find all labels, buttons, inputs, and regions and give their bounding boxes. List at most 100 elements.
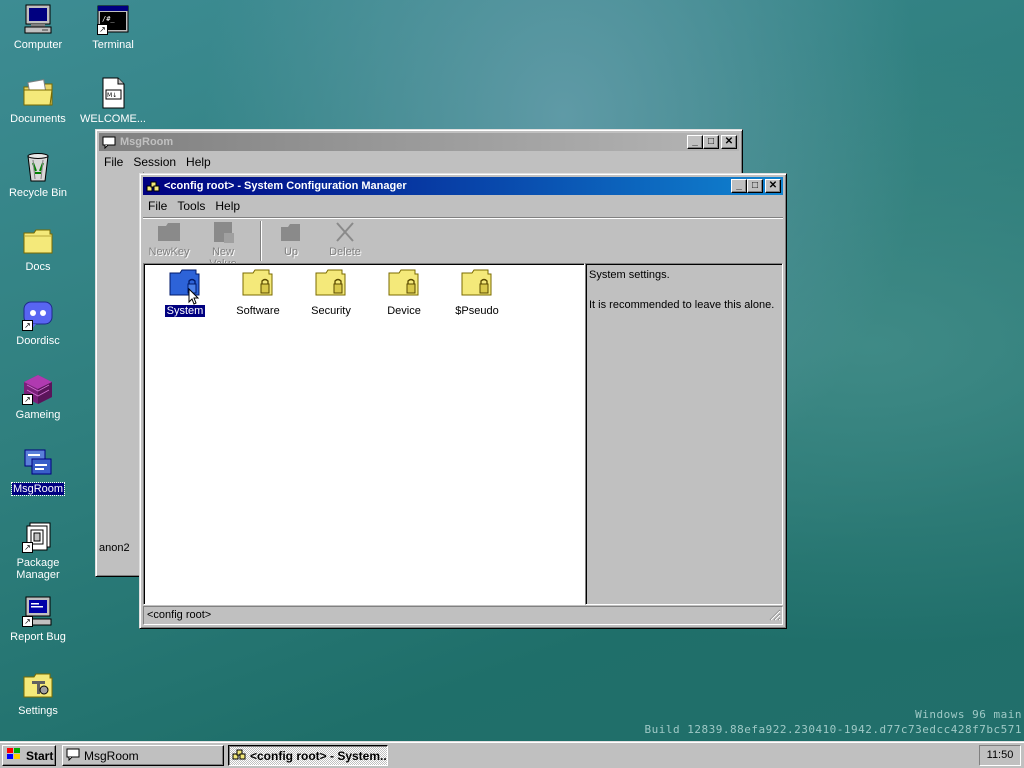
system-tray-clock[interactable]: 11:50 (979, 745, 1021, 766)
folder-device[interactable]: Device (368, 267, 440, 317)
start-button[interactable]: Start (2, 745, 56, 766)
terminal-icon: /#_ ↗ (97, 3, 129, 35)
desktop-icon-label: Terminal (92, 39, 134, 51)
msgroom-icon (22, 447, 54, 479)
desktop-icon-documents[interactable]: Documents (0, 77, 76, 125)
desktop-icon-gameing[interactable]: ↗ Gameing (0, 373, 76, 421)
menu-help[interactable]: Help (210, 199, 245, 213)
maximize-icon: □ (751, 180, 759, 191)
mouse-cursor-icon (188, 287, 200, 309)
resize-grip-icon[interactable] (769, 609, 781, 624)
desktop-icon-label: Docs (25, 261, 51, 273)
maximize-button[interactable]: □ (703, 135, 719, 149)
maximize-icon: □ (707, 136, 715, 147)
desktop-icon-label: Gameing (15, 409, 61, 421)
markdown-file-icon: M↓ (97, 77, 129, 109)
up-button[interactable]: Up (266, 221, 316, 258)
folder-software[interactable]: Software (222, 267, 294, 317)
shortcut-arrow-icon: ↗ (22, 320, 33, 331)
msgroom-titlebar[interactable]: MsgRoom _ □ ✕ (99, 133, 739, 151)
menu-tools[interactable]: Tools (172, 199, 210, 213)
delete-button[interactable]: Delete (320, 221, 370, 258)
svg-text:M↓: M↓ (107, 92, 117, 99)
desktop-icon-welcome[interactable]: M↓ WELCOME... (75, 77, 151, 125)
folder-label: Software (236, 305, 280, 317)
menu-help[interactable]: Help (181, 155, 216, 169)
recycle-bin-icon (22, 151, 54, 183)
folder-label: Device (387, 305, 421, 317)
desktop-icon-doordisc[interactable]: ↗ Doordisc (0, 299, 76, 347)
menu-file[interactable]: File (143, 199, 172, 213)
svg-text:/#_: /#_ (102, 15, 115, 23)
taskbar: Start MsgRoom <config root> - System... … (0, 741, 1024, 768)
folder-security[interactable]: Security (295, 267, 367, 317)
menu-file[interactable]: File (99, 155, 128, 169)
folder-label: $Pseudo (455, 305, 499, 317)
description-line-2: It is recommended to leave this alone. (589, 299, 775, 311)
desktop-icon-report-bug[interactable]: ↗ Report Bug (0, 595, 76, 643)
config-manager-window[interactable]: <config root> - System Configuration Man… (139, 173, 787, 629)
discord-icon: ↗ (22, 299, 54, 331)
config-menubar: File Tools Help (143, 197, 783, 215)
desktop-icon-package-manager[interactable]: ↗ Package Manager (0, 521, 76, 581)
taskbar-item-config-manager[interactable]: <config root> - System... (228, 745, 388, 766)
folder-icon (22, 225, 54, 257)
shortcut-arrow-icon: ↗ (22, 394, 33, 405)
folder-locked-icon (460, 267, 494, 299)
report-bug-icon: ↗ (22, 595, 54, 627)
config-titlebar[interactable]: <config root> - System Configuration Man… (143, 177, 783, 195)
new-key-button[interactable]: NewKey (144, 221, 194, 258)
close-icon: ✕ (724, 136, 734, 147)
build-watermark-line-1: Windows 96 main (915, 708, 1022, 721)
start-label: Start (26, 748, 54, 763)
desktop-icon-docs[interactable]: Docs (0, 225, 76, 273)
folder-locked-icon (387, 267, 421, 299)
settings-icon (22, 669, 54, 701)
key-list-pane[interactable]: System Software Security Device $Pseudo (143, 263, 585, 605)
maximize-button[interactable]: □ (747, 179, 763, 193)
toolbar-separator-top (143, 217, 783, 218)
documents-folder-icon (22, 77, 54, 109)
shortcut-arrow-icon: ↗ (22, 542, 33, 553)
desktop-icon-label: Report Bug (10, 631, 66, 643)
desktop-icon-settings[interactable]: Settings (0, 669, 76, 717)
minimize-button[interactable]: _ (687, 135, 703, 149)
toolbar-separator (260, 221, 261, 261)
new-key-icon (156, 221, 182, 243)
close-icon: ✕ (768, 180, 778, 191)
folder-locked-icon (241, 267, 275, 299)
delete-x-icon (332, 221, 358, 243)
desktop-icon-recycle-bin[interactable]: Recycle Bin (0, 151, 76, 199)
msgroom-title: MsgRoom (120, 136, 174, 148)
taskbar-item-label: <config root> - System... (250, 748, 388, 763)
desktop-icon-label: WELCOME... (79, 113, 146, 125)
purple-cube-icon: ↗ (22, 373, 54, 405)
desktop-icon-label: Recycle Bin (8, 187, 68, 199)
folder-label: Security (311, 305, 351, 317)
desktop-icon-label: MsgRoom (10, 482, 66, 496)
taskbar-item-msgroom[interactable]: MsgRoom (62, 745, 224, 766)
desktop-icon-label: Package Manager (16, 557, 60, 581)
folder-system[interactable]: System (149, 267, 221, 318)
build-watermark-line-2: Build 12839.88efa922.230410-1942.d77c73e… (644, 723, 1022, 736)
taskbar-item-label: MsgRoom (84, 748, 139, 763)
minimize-icon: _ (692, 136, 698, 147)
desktop-icon-msgroom[interactable]: MsgRoom (0, 447, 76, 496)
description-pane: System settings. It is recommended to le… (585, 263, 783, 605)
desktop-icon-label: Doordisc (16, 335, 60, 347)
windows-logo-icon (6, 747, 22, 764)
close-button[interactable]: ✕ (721, 135, 737, 149)
package-icon: ↗ (22, 521, 54, 553)
desktop-icon-label: Settings (18, 705, 58, 717)
desktop-icon-computer[interactable]: Computer (0, 3, 76, 51)
description-line-1: System settings. (589, 269, 670, 281)
close-button[interactable]: ✕ (765, 179, 781, 193)
folder-pseudo[interactable]: $Pseudo (441, 267, 513, 317)
config-title: <config root> - System Configuration Man… (164, 180, 407, 192)
msgroom-userlist-divider (99, 172, 144, 536)
minimize-button[interactable]: _ (731, 179, 747, 193)
desktop-icon-terminal[interactable]: /#_ ↗ Terminal (75, 3, 151, 51)
shortcut-arrow-icon: ↗ (97, 24, 108, 35)
status-bar: <config root> (143, 606, 783, 625)
menu-session[interactable]: Session (128, 155, 181, 169)
